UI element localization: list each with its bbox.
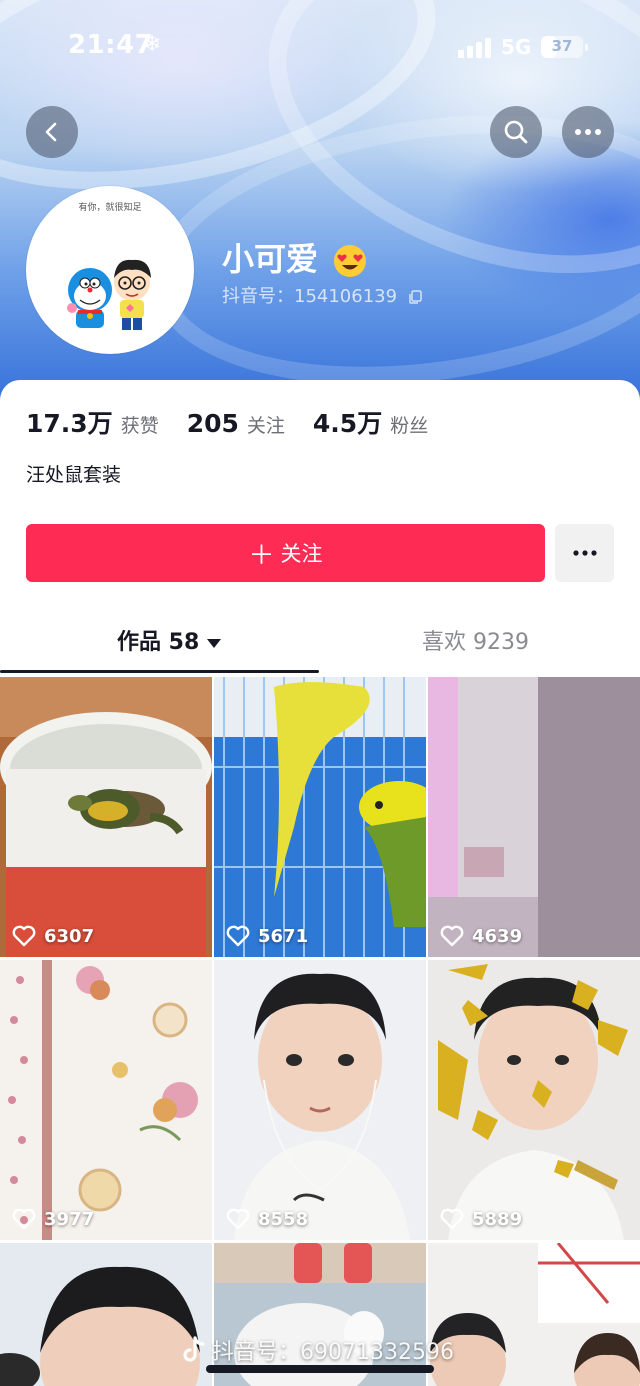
- battery-level: 37: [551, 37, 573, 55]
- video-thumbnail[interactable]: 5889: [428, 960, 640, 1240]
- tiktok-logo-icon: [183, 1336, 205, 1362]
- stat-label: 粉丝: [390, 415, 429, 437]
- status-time: 21:47: [68, 30, 154, 60]
- profile-info-card: 17.3万 获赞 205 关注 4.5万 粉丝 汪处鼠套装 ＋ 关注 作品 58…: [0, 380, 640, 680]
- profile-bio: 汪处鼠套装: [26, 464, 122, 486]
- video-thumbnail[interactable]: 5671: [214, 677, 426, 957]
- douyin-id: 抖音号：154106139: [222, 282, 423, 308]
- like-count-text: 6307: [44, 925, 95, 947]
- video-thumbnail[interactable]: 6307: [0, 677, 212, 957]
- tab-likes-label: 喜欢 9239: [422, 630, 529, 655]
- tab-likes[interactable]: 喜欢 9239: [422, 624, 529, 656]
- stat-following[interactable]: 205 关注: [187, 409, 285, 438]
- video-like-count: 6307: [12, 925, 94, 947]
- chevron-left-icon: [45, 122, 57, 142]
- video-like-count: 8558: [226, 1208, 308, 1230]
- plus-icon: ＋: [248, 540, 275, 571]
- home-indicator[interactable]: [206, 1365, 434, 1373]
- stat-label: 获赞: [120, 415, 159, 437]
- snowflake-icon: ❄: [143, 32, 162, 57]
- two-kids-thumbnail: [428, 1243, 640, 1386]
- tab-works-label: 作品 58: [117, 630, 200, 655]
- more-actions-button[interactable]: [555, 524, 614, 582]
- douyin-watermark: 抖音号：69071332596: [180, 1334, 454, 1366]
- status-bar: 21:47 ❄ 5G 37: [0, 0, 640, 96]
- like-count-text: 4639: [472, 925, 523, 947]
- caret-down-icon: [207, 638, 222, 648]
- stat-value: 4.5万: [312, 409, 383, 438]
- video-like-count: 4639: [440, 925, 522, 947]
- video-thumbnail[interactable]: 8558: [214, 960, 426, 1240]
- ellipsis-icon: [572, 550, 597, 556]
- copy-icon[interactable]: [407, 289, 423, 305]
- follow-button[interactable]: ＋ 关注: [26, 524, 545, 582]
- video-thumbnail[interactable]: [428, 1243, 640, 1386]
- profile-stats: 17.3万 获赞 205 关注 4.5万 粉丝: [26, 404, 456, 440]
- cellular-signal-icon: [458, 38, 492, 58]
- heart-outline-icon: [226, 925, 250, 947]
- heart-outline-icon: [12, 1208, 36, 1230]
- like-count-text: 5889: [472, 1208, 523, 1230]
- network-type: 5G: [501, 35, 532, 59]
- video-grid: 6307 5671 4639 3977 8558 5889: [0, 677, 640, 1386]
- budgies-cage-thumbnail: [214, 677, 426, 957]
- more-options-button[interactable]: [562, 106, 614, 158]
- heart-outline-icon: [440, 925, 464, 947]
- stat-label: 关注: [246, 415, 285, 437]
- watermark-text: 抖音号：69071332596: [212, 1340, 454, 1365]
- follow-button-label: 关注: [280, 542, 323, 566]
- stat-value: 17.3万: [26, 409, 113, 438]
- nickname-text: 小可爱: [222, 240, 319, 278]
- video-thumbnail[interactable]: 4639: [428, 677, 640, 957]
- search-button[interactable]: [490, 106, 542, 158]
- heart-outline-icon: [440, 1208, 464, 1230]
- cartoon-characters-illustration: [67, 259, 151, 330]
- video-like-count: 5889: [440, 1208, 522, 1230]
- profile-nickname: 小可爱: [222, 234, 367, 280]
- search-icon: [504, 120, 528, 144]
- boy-leaf-effect-thumbnail: [428, 960, 640, 1240]
- wall-corner-thumbnail: [428, 677, 640, 957]
- douyin-id-text: 抖音号：154106139: [222, 286, 398, 307]
- tab-works[interactable]: 作品 58: [117, 624, 222, 656]
- like-count-text: 3977: [44, 1208, 95, 1230]
- video-like-count: 5671: [226, 925, 308, 947]
- back-button[interactable]: [26, 106, 78, 158]
- video-thumbnail[interactable]: 3977: [0, 960, 212, 1240]
- boy-earphones-thumbnail: [214, 960, 426, 1240]
- stat-likes-received: 17.3万 获赞: [26, 404, 159, 440]
- heart-outline-icon: [12, 925, 36, 947]
- active-tab-indicator: [0, 670, 319, 673]
- heart-eyes-emoji-icon: [334, 245, 367, 277]
- floral-fabric-thumbnail: [0, 960, 212, 1240]
- stat-value: 205: [186, 409, 239, 438]
- turtle-bucket-thumbnail: [0, 677, 212, 957]
- stat-followers[interactable]: 4.5万 粉丝: [313, 404, 428, 440]
- ellipsis-icon: [575, 129, 601, 135]
- avatar[interactable]: 有你，就很知足: [26, 186, 194, 354]
- heart-outline-icon: [226, 1208, 250, 1230]
- video-like-count: 3977: [12, 1208, 94, 1230]
- like-count-text: 8558: [258, 1208, 309, 1230]
- like-count-text: 5671: [258, 925, 309, 947]
- battery-icon: 37: [541, 36, 588, 58]
